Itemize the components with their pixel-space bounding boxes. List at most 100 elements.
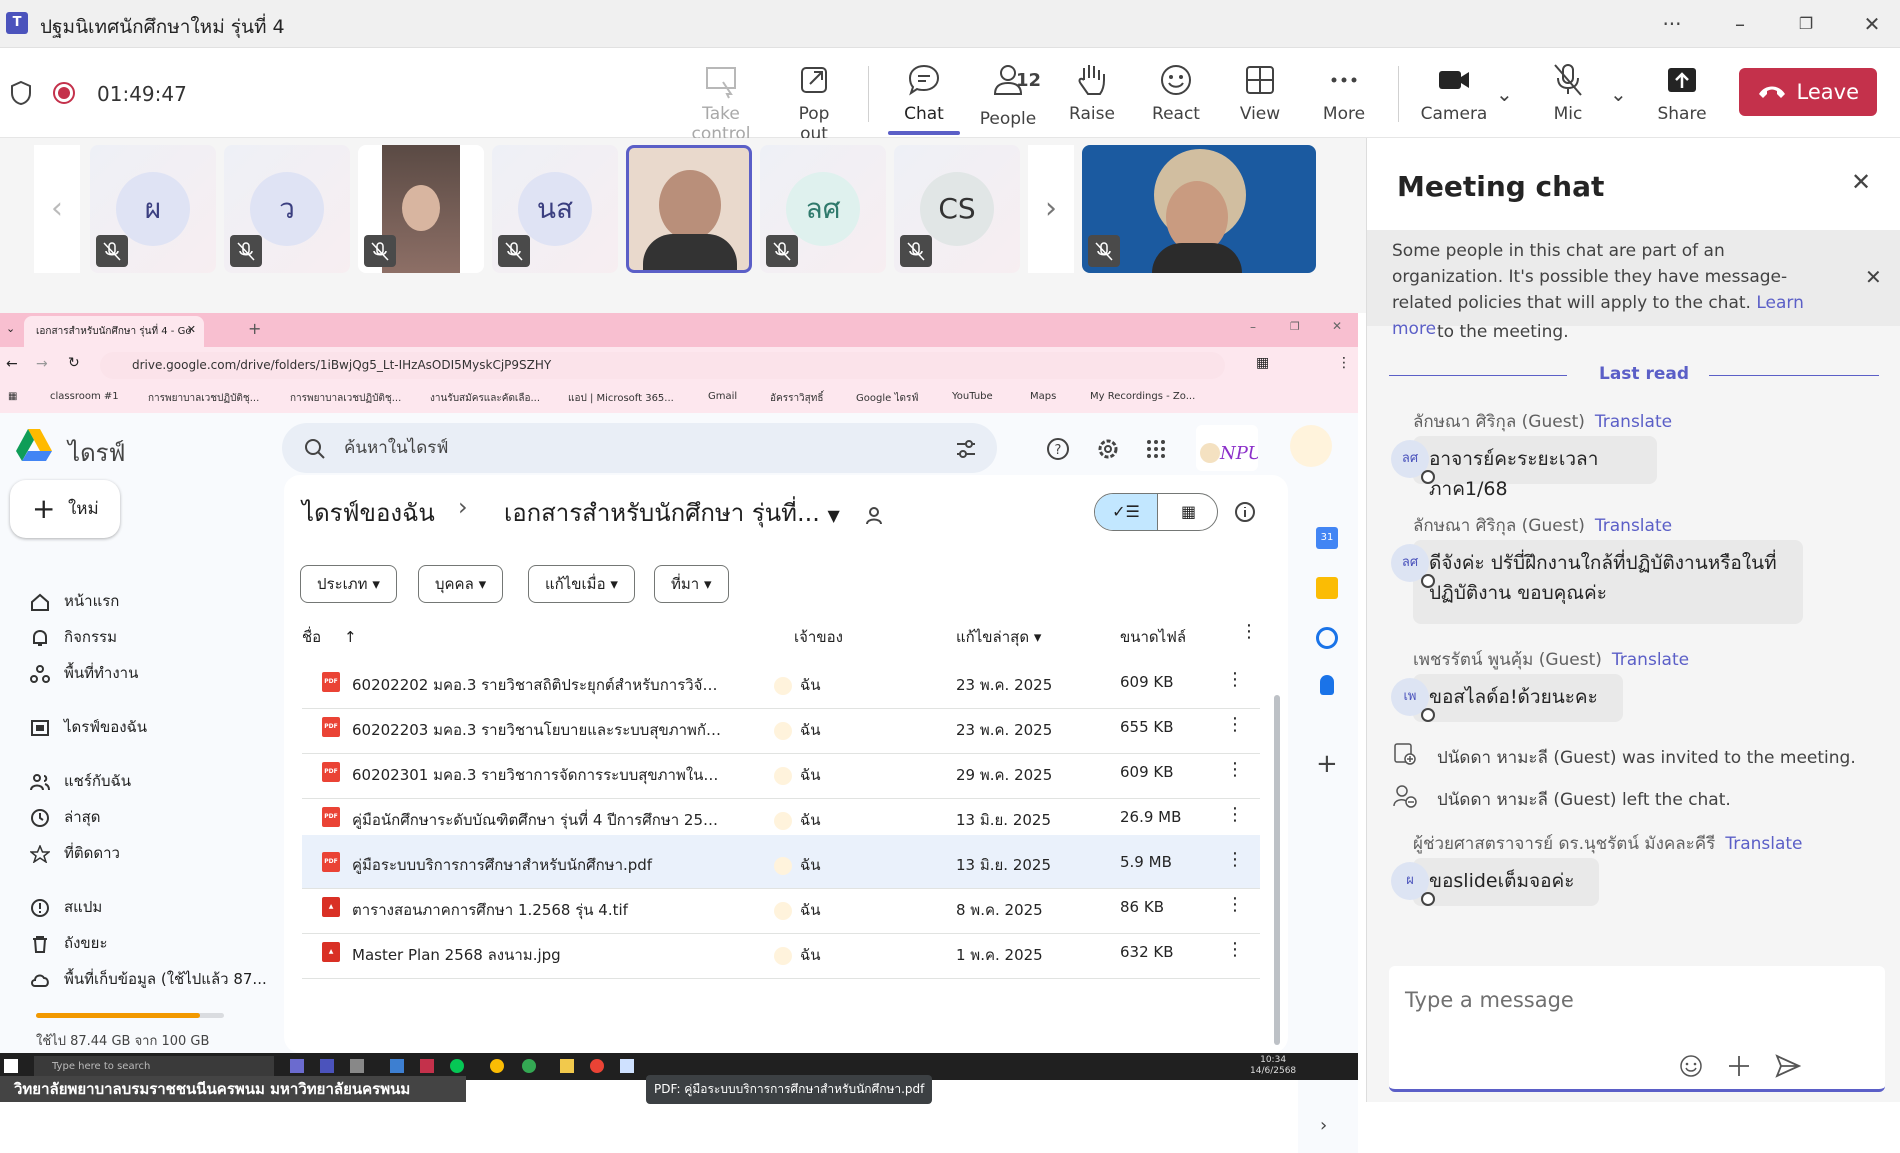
expand-panel-icon[interactable]: › bbox=[1320, 1115, 1327, 1136]
bookmark[interactable]: My Recordings - Zo... bbox=[1090, 391, 1195, 402]
participant-tile[interactable]: CS bbox=[894, 145, 1020, 273]
message-bubble[interactable]: ขอslideเต็มจอค่ะ bbox=[1413, 858, 1599, 906]
participant-tile-pinned[interactable] bbox=[1082, 145, 1316, 273]
dismiss-notice-icon[interactable]: ✕ bbox=[1865, 264, 1882, 290]
windows-start-icon[interactable] bbox=[4, 1059, 18, 1073]
account-avatar[interactable] bbox=[1290, 425, 1332, 467]
view-button[interactable]: View bbox=[1230, 48, 1290, 138]
add-attachment-icon[interactable] bbox=[1727, 1054, 1751, 1078]
new-tab-icon[interactable]: + bbox=[248, 319, 261, 338]
participant-tile[interactable]: ว bbox=[224, 145, 350, 273]
apps-grid-icon[interactable] bbox=[1146, 439, 1166, 459]
column-options-icon[interactable]: ⋮ bbox=[1240, 621, 1258, 642]
gallery-next-arrow-icon[interactable]: › bbox=[1028, 145, 1074, 273]
nav-storage[interactable]: พื้นที่เก็บข้อมูล (ใช้ไปแล้ว 87... bbox=[30, 967, 267, 991]
message-bubble[interactable]: อาจารย์คะระยะเวลาภาค1/68 bbox=[1413, 436, 1657, 500]
filter-type[interactable]: ประเภท ▾ bbox=[300, 565, 397, 603]
address-bar[interactable]: drive.google.com/drive/folders/1iBwjQg5_… bbox=[100, 352, 1225, 379]
restore-button[interactable]: ❐ bbox=[1786, 8, 1826, 40]
new-button[interactable]: + ใหม่ bbox=[10, 480, 120, 538]
translate-link[interactable]: Translate bbox=[1725, 834, 1802, 854]
more-options-icon[interactable]: ··· bbox=[1652, 8, 1692, 40]
camera-options-chevron-icon[interactable]: ⌄ bbox=[1496, 82, 1513, 106]
bookmark[interactable]: การพยาบาลเวชปฏิบัติชุ... bbox=[148, 391, 259, 406]
file-more-actions-icon[interactable]: ⋮ bbox=[1226, 894, 1244, 915]
people-button[interactable]: 12 People bbox=[972, 48, 1044, 138]
tab-list-chevron-icon[interactable]: ⌄ bbox=[6, 322, 15, 335]
browser-menu-icon[interactable]: ⋮ bbox=[1337, 355, 1351, 371]
message-bubble[interactable]: ดีจังค่ะ ปรับี่ฝึกงานใกล้ที่ปฏิบัติงานหร… bbox=[1413, 540, 1803, 624]
chat-button[interactable]: Chat bbox=[888, 48, 960, 138]
settings-gear-icon[interactable] bbox=[1096, 437, 1120, 461]
file-more-actions-icon[interactable]: ⋮ bbox=[1226, 759, 1244, 780]
browser-close-icon[interactable]: ✕ bbox=[1332, 319, 1342, 333]
nav-recent[interactable]: ล่าสุด bbox=[30, 805, 101, 829]
participant-tile-video[interactable] bbox=[358, 145, 484, 273]
bookmark[interactable]: YouTube bbox=[952, 391, 993, 402]
send-icon[interactable] bbox=[1775, 1054, 1801, 1078]
minimize-button[interactable]: – bbox=[1720, 8, 1760, 40]
react-button[interactable]: React bbox=[1146, 48, 1206, 138]
translate-link[interactable]: Translate bbox=[1595, 412, 1672, 432]
bookmark[interactable]: งานรับสมัครและคัดเลือ... bbox=[430, 391, 540, 406]
nav-home[interactable]: หน้าแรก bbox=[30, 589, 119, 613]
list-view-icon[interactable]: ✓☰ bbox=[1095, 494, 1157, 530]
browser-restore-icon[interactable]: ❐ bbox=[1290, 320, 1300, 333]
tab-close-icon[interactable]: ✕ bbox=[187, 323, 196, 336]
message-compose-box[interactable]: Type a message bbox=[1389, 966, 1885, 1092]
participant-tile[interactable]: นส bbox=[492, 145, 618, 273]
tasks-icon[interactable] bbox=[1316, 627, 1338, 649]
keep-icon[interactable] bbox=[1316, 577, 1338, 599]
bookmark[interactable]: แอป | Microsoft 365... bbox=[568, 391, 674, 406]
take-control-button[interactable]: Take control bbox=[675, 48, 767, 144]
raise-hand-button[interactable]: Raise bbox=[1062, 48, 1122, 138]
apps-icon[interactable]: ▦ bbox=[8, 391, 17, 402]
bookmark[interactable]: Maps bbox=[1030, 391, 1056, 402]
drive-search-input[interactable]: ค้นหาในไดรฟ์ bbox=[282, 423, 997, 473]
nav-activity[interactable]: กิจกรรม bbox=[30, 625, 117, 649]
nav-starred[interactable]: ที่ติดดาว bbox=[30, 841, 120, 865]
share-button[interactable]: Share bbox=[1650, 48, 1714, 138]
column-owner[interactable]: เจ้าของ bbox=[794, 625, 843, 649]
participant-tile-active-speaker[interactable] bbox=[626, 145, 752, 273]
close-chat-icon[interactable]: ✕ bbox=[1851, 168, 1871, 196]
taskbar-search[interactable]: Type here to search bbox=[34, 1056, 274, 1077]
add-app-icon[interactable]: + bbox=[1316, 749, 1338, 779]
forward-icon[interactable]: → bbox=[36, 356, 48, 372]
calendar-icon[interactable]: 31 bbox=[1316, 527, 1338, 549]
bookmark[interactable]: Gmail bbox=[708, 391, 737, 402]
extensions-icon[interactable]: ▦ bbox=[1256, 355, 1269, 371]
pop-out-button[interactable]: Pop out bbox=[783, 48, 845, 144]
translate-link[interactable]: Translate bbox=[1595, 516, 1672, 536]
emoji-icon[interactable] bbox=[1679, 1054, 1703, 1078]
filter-modified[interactable]: แก้ไขเมื่อ ▾ bbox=[528, 565, 635, 603]
breadcrumb-root[interactable]: ไดรฟ์ของฉัน bbox=[302, 493, 435, 532]
bookmark[interactable]: การพยาบาลเวชปฏิบัติชุ... bbox=[290, 391, 401, 406]
filter-source[interactable]: ที่มา ▾ bbox=[654, 565, 729, 603]
back-icon[interactable]: ← bbox=[6, 356, 18, 372]
column-size[interactable]: ขนาดไฟล์ bbox=[1120, 625, 1186, 649]
bookmark[interactable]: อัครราวิสุทธิ์ bbox=[770, 391, 823, 406]
nav-my-drive[interactable]: ไดรฟ์ของฉัน bbox=[30, 715, 147, 739]
more-button[interactable]: More bbox=[1314, 48, 1374, 138]
reload-icon[interactable]: ↻ bbox=[68, 355, 80, 371]
bookmark[interactable]: classroom #1 bbox=[50, 391, 119, 402]
file-more-actions-icon[interactable]: ⋮ bbox=[1226, 849, 1244, 870]
bookmark[interactable]: Google ไดรฟ์ bbox=[856, 391, 918, 406]
close-window-button[interactable]: ✕ bbox=[1852, 8, 1892, 40]
browser-tab[interactable]: เอกสารสำหรับนักศึกษา รุ่นที่ 4 - Go ✕ bbox=[24, 316, 204, 347]
participant-tile[interactable]: ลศ bbox=[760, 145, 886, 273]
mic-options-chevron-icon[interactable]: ⌄ bbox=[1610, 82, 1627, 106]
grid-view-icon[interactable]: ▦ bbox=[1157, 494, 1217, 530]
mic-button[interactable]: Mic bbox=[1536, 48, 1600, 138]
column-modified[interactable]: แก้ไขล่าสุด ▾ bbox=[956, 625, 1041, 649]
nav-shared-with-me[interactable]: แชร์กับฉัน bbox=[30, 769, 131, 793]
translate-link[interactable]: Translate bbox=[1612, 650, 1689, 670]
camera-button[interactable]: Camera bbox=[1418, 48, 1490, 138]
file-more-actions-icon[interactable]: ⋮ bbox=[1226, 939, 1244, 960]
participant-tile[interactable]: ผ bbox=[90, 145, 216, 273]
column-name[interactable]: ชื่อ ↑ bbox=[302, 625, 357, 649]
message-bubble[interactable]: ขอสไลด์อ!ด้วยนะคะ bbox=[1413, 674, 1623, 722]
contacts-icon[interactable] bbox=[1320, 675, 1334, 695]
file-row[interactable]: ▲ Master Plan 2568 ลงนาม.jpg ฉัน 1 พ.ค. 202… bbox=[302, 925, 1260, 979]
